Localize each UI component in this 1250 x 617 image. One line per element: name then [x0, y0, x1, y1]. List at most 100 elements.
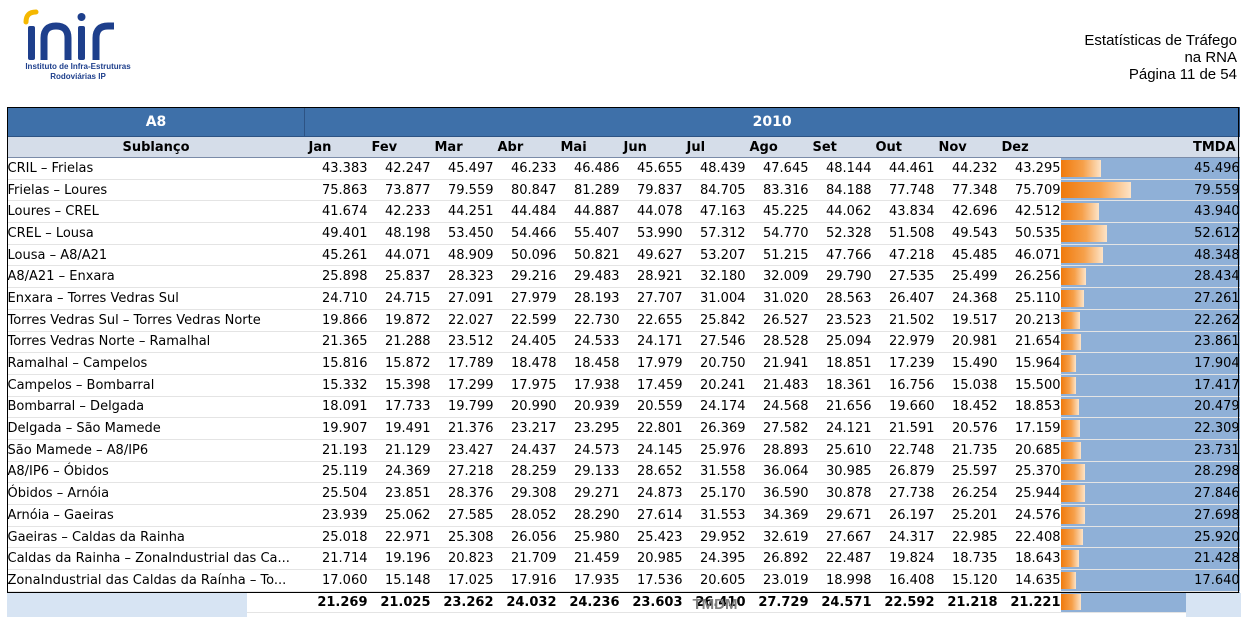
month-value: 20.981 — [934, 331, 998, 354]
tmda-bar-fill — [1060, 485, 1085, 502]
month-value: 18.998 — [808, 569, 872, 592]
tmda-bar — [1060, 179, 1149, 202]
month-value: 21.654 — [997, 331, 1061, 354]
month-value: 45.655 — [619, 157, 683, 180]
month-value: 26.369 — [682, 417, 746, 440]
month-value: 21.591 — [871, 417, 935, 440]
month-value: 23.427 — [430, 439, 494, 462]
month-value: 17.733 — [367, 396, 431, 419]
tmda-value: 25.920 — [1148, 526, 1240, 549]
month-value: 52.328 — [808, 222, 872, 245]
month-value: 28.563 — [808, 287, 872, 310]
month-value: 23.217 — [493, 417, 557, 440]
month-value: 24.171 — [619, 331, 683, 354]
segment-name: Óbidos – Arnóia — [7, 482, 305, 505]
tmda-value: 20.479 — [1148, 396, 1240, 419]
month-value: 17.979 — [619, 352, 683, 375]
logo-line-1: Instituto de Infra-Estruturas — [25, 62, 131, 71]
month-value: 51.215 — [745, 244, 809, 267]
page-number: Página 11 de 54 — [1128, 66, 1237, 83]
tmda-bar-fill — [1060, 333, 1082, 351]
segment-name: Arnóia – Gaeiras — [7, 504, 305, 527]
month-value: 29.952 — [682, 526, 746, 549]
month-value: 26.056 — [493, 526, 557, 549]
month-value: 18.851 — [808, 352, 872, 375]
month-value: 19.907 — [304, 417, 368, 440]
month-value: 27.614 — [619, 504, 683, 527]
month-value: 25.018 — [304, 526, 368, 549]
month-value: 27.979 — [493, 287, 557, 310]
tmda-bar-fill — [1060, 376, 1076, 394]
month-value: 49.627 — [619, 244, 683, 267]
report-subtitle: na RNA — [1184, 49, 1237, 66]
month-value: 47.645 — [745, 157, 809, 180]
tmda-bar — [1060, 482, 1149, 505]
tmda-value: 43.940 — [1148, 200, 1240, 224]
month-value: 29.133 — [556, 461, 620, 484]
month-value: 24.405 — [493, 331, 557, 354]
table-row: Gaeiras – Caldas da Rainha 25.018 22.971 25… — [7, 526, 1240, 549]
table-row: Ramalhal – Campelos 15.816 15.872 17.789 18.… — [7, 352, 1240, 375]
month-value: 49.401 — [304, 222, 368, 245]
month-value: 26.527 — [745, 309, 809, 332]
month-value: 17.916 — [493, 569, 557, 592]
tmda-bar-fill — [1060, 507, 1085, 524]
month-value: 44.484 — [493, 200, 557, 224]
month-value: 32.009 — [745, 265, 809, 289]
table-row: Bombarral – Delgada 18.091 17.733 19.799 20.… — [7, 396, 1240, 419]
month-value: 79.837 — [619, 179, 683, 202]
tmda-value: 27.698 — [1148, 504, 1240, 527]
tmda-value: 27.846 — [1148, 482, 1240, 505]
month-value: 21.288 — [367, 331, 431, 354]
month-value: 25.504 — [304, 482, 368, 505]
table-row: Caldas da Rainha – ZonaIndustrial das Ca… — [7, 547, 1240, 571]
month-value: 29.308 — [493, 482, 557, 505]
month-value: 23.939 — [304, 504, 368, 527]
month-value: 36.064 — [745, 461, 809, 484]
col-month: Mai — [556, 136, 620, 158]
month-value: 23.851 — [367, 482, 431, 505]
month-value: 18.853 — [997, 396, 1061, 419]
table-row: Torres Vedras Sul – Torres Vedras Norte 1… — [7, 309, 1240, 332]
tmda-bar-fill — [1060, 203, 1100, 221]
tmda-value: 79.559 — [1148, 179, 1240, 202]
col-sublanco: Sublanço — [7, 136, 305, 158]
table-row: ZonaIndustrial das Caldas da Raínha – To… — [7, 569, 1240, 592]
col-month: Jan — [304, 136, 368, 158]
month-value: 21.709 — [493, 547, 557, 571]
month-value: 26.879 — [871, 461, 935, 484]
month-value: 31.020 — [745, 287, 809, 310]
month-value: 24.576 — [997, 504, 1061, 527]
tmda-value: 23.861 — [1148, 331, 1240, 354]
month-value: 15.038 — [934, 374, 998, 397]
month-value: 43.834 — [871, 200, 935, 224]
month-value: 22.027 — [430, 309, 494, 332]
month-value: 28.323 — [430, 265, 494, 289]
segment-name: Gaeiras – Caldas da Rainha — [7, 526, 305, 549]
month-value: 42.247 — [367, 157, 431, 180]
month-value: 24.573 — [556, 439, 620, 462]
month-value: 20.559 — [619, 396, 683, 419]
tmda-value: 22.262 — [1148, 309, 1240, 332]
month-value: 25.119 — [304, 461, 368, 484]
month-value: 15.120 — [934, 569, 998, 592]
traffic-table: A8 2010 Sublanço Jan Fev Mar Abr Mai Jun Jul Ag… — [7, 107, 1241, 614]
month-value: 31.553 — [682, 504, 746, 527]
tmda-bar-fill — [1060, 246, 1104, 264]
month-value: 20.750 — [682, 352, 746, 375]
month-value: 53.450 — [430, 222, 494, 245]
month-value: 32.619 — [745, 526, 809, 549]
month-value: 15.872 — [367, 352, 431, 375]
table-row: Frielas – Loures 75.863 73.877 79.559 80.847… — [7, 179, 1240, 202]
tmda-bar-fill — [1060, 398, 1079, 416]
month-value: 50.535 — [997, 222, 1061, 245]
table-row: Lousa – A8/A21 45.261 44.071 48.909 50.096 50… — [7, 244, 1240, 267]
month-value: 50.096 — [493, 244, 557, 267]
col-month: Set — [808, 136, 872, 158]
month-value: 25.094 — [808, 331, 872, 354]
month-value: 25.944 — [997, 482, 1061, 505]
tmda-bar-fill — [1060, 528, 1084, 546]
month-value: 44.062 — [808, 200, 872, 224]
month-value: 27.667 — [808, 526, 872, 549]
tmda-bar — [1060, 309, 1149, 332]
